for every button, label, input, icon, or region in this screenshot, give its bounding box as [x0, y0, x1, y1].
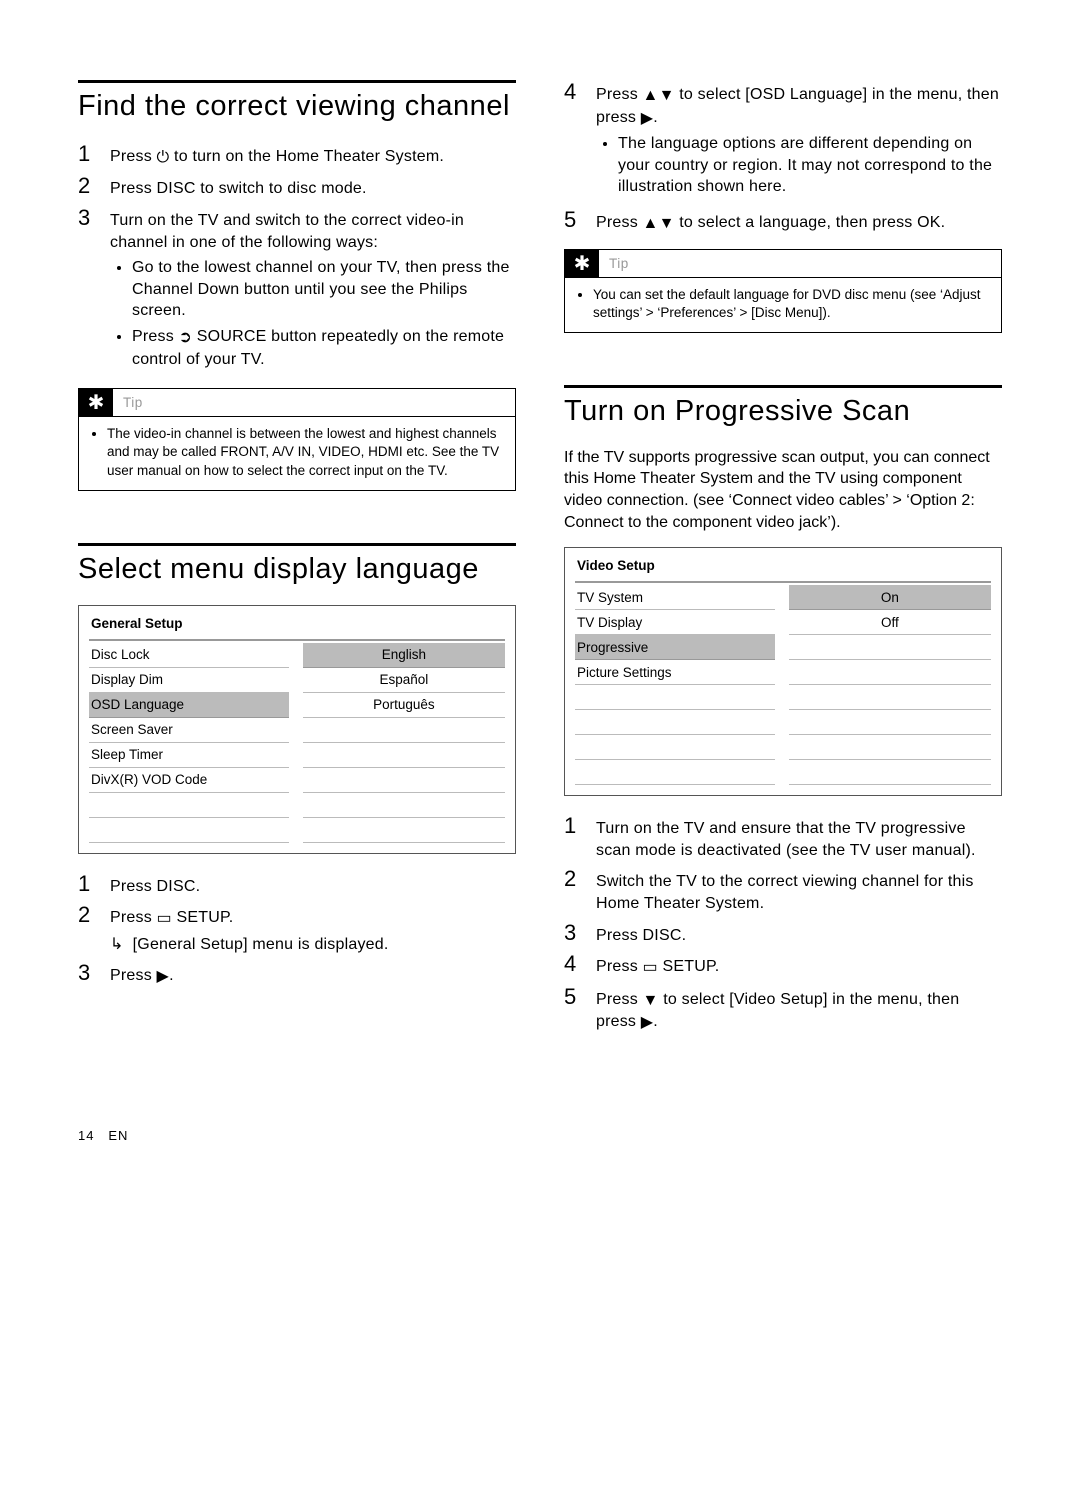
- step-body: Turn on the TV and ensure that the TV pr…: [596, 814, 1002, 861]
- menu-item: Sleep Timer: [89, 743, 289, 768]
- step-number: 2: [564, 867, 582, 914]
- step-body: Press DISC.: [596, 921, 1002, 947]
- menu-item-empty: [789, 635, 991, 660]
- menu-item: Progressive: [575, 635, 775, 660]
- source-icon: ➲: [179, 327, 193, 349]
- tip-text: The video-in channel is between the lowe…: [107, 425, 505, 480]
- menu-item: Picture Settings: [575, 660, 775, 685]
- step-body: Press ▼ to select [Video Setup] in the m…: [596, 985, 1002, 1034]
- section2-steps-a: 1 Press DISC. 2 Press ▭ SETUP. ↳ [Genera…: [78, 872, 516, 988]
- step-number: 3: [78, 961, 96, 988]
- step-number: 4: [564, 80, 582, 202]
- step-number: 5: [564, 985, 582, 1034]
- menu-item: Display Dim: [89, 668, 289, 693]
- step-body: Press DISC to switch to disc mode.: [110, 174, 516, 200]
- video-setup-menu: Video Setup TV SystemTV DisplayProgressi…: [564, 547, 1002, 796]
- general-setup-menu: General Setup Disc LockDisplay DimOSD La…: [78, 605, 516, 854]
- step-body: Press ⏻ to turn on the Home Theater Syst…: [110, 142, 516, 169]
- step-body: Press ▲▼ to select [OSD Language] in the…: [596, 80, 1002, 202]
- step-number: 2: [78, 903, 96, 955]
- tip-box: ✱ Tip The video-in channel is between th…: [78, 388, 516, 491]
- step-body: Press ▭ SETUP. ↳ [General Setup] menu is…: [110, 903, 516, 955]
- section2-steps-b: 4 Press ▲▼ to select [OSD Language] in t…: [564, 80, 1002, 235]
- tip-label: Tip: [113, 389, 153, 416]
- arrow-up-down-icon: ▲▼: [643, 213, 675, 235]
- menu-item: Screen Saver: [89, 718, 289, 743]
- menu-item: OSD Language: [89, 693, 289, 718]
- section3-title: Turn on Progressive Scan: [564, 394, 1002, 429]
- menu-item-empty: [789, 710, 991, 735]
- menu-item-empty: [303, 768, 505, 793]
- menu-item-empty: [303, 793, 505, 818]
- menu-item: On: [789, 585, 991, 610]
- menu-item-empty: [303, 718, 505, 743]
- section1-steps: 1 Press ⏻ to turn on the Home Theater Sy…: [78, 142, 516, 374]
- step-number: 4: [564, 952, 582, 979]
- bullet-item: Go to the lowest channel on your TV, the…: [132, 257, 516, 322]
- step-number: 1: [78, 142, 96, 169]
- arrow-right-icon: ▶: [157, 966, 170, 988]
- step-number: 1: [78, 872, 96, 898]
- menu-item: TV System: [575, 585, 775, 610]
- menu-item-empty: [789, 760, 991, 785]
- section3-steps: 1 Turn on the TV and ensure that the TV …: [564, 814, 1002, 1034]
- step-body: Press ▭ SETUP.: [596, 952, 1002, 979]
- menu-title: Video Setup: [577, 558, 989, 573]
- menu-item-empty: [575, 685, 775, 710]
- step-number: 3: [564, 921, 582, 947]
- arrow-right-icon: ▶: [641, 108, 654, 130]
- step-number: 3: [78, 206, 96, 374]
- menu-item-empty: [575, 710, 775, 735]
- tip-label: Tip: [599, 250, 639, 277]
- setup-icon: ▭: [157, 908, 172, 930]
- step-body: Press DISC.: [110, 872, 516, 898]
- page-footer: 14 EN: [78, 1128, 516, 1143]
- step-body: Press ▶.: [110, 961, 516, 988]
- menu-item: Disc Lock: [89, 643, 289, 668]
- step-number: 1: [564, 814, 582, 861]
- step-body: Press ▲▼ to select a language, then pres…: [596, 208, 1002, 235]
- result-icon: ↳: [110, 934, 128, 956]
- menu-item: Off: [789, 610, 991, 635]
- result-text: [General Setup] menu is displayed.: [133, 936, 389, 953]
- menu-item-empty: [89, 818, 289, 843]
- menu-title: General Setup: [91, 616, 503, 631]
- step-body: Turn on the TV and switch to the correct…: [110, 206, 516, 374]
- power-icon: ⏻: [157, 147, 170, 169]
- tip-star-icon: ✱: [79, 389, 113, 416]
- setup-icon: ▭: [643, 957, 658, 979]
- menu-item: DivX(R) VOD Code: [89, 768, 289, 793]
- tip-text: You can set the default language for DVD…: [593, 286, 991, 322]
- menu-item-empty: [789, 735, 991, 760]
- tip-star-icon: ✱: [565, 250, 599, 277]
- menu-item: TV Display: [575, 610, 775, 635]
- section2-title: Select menu display language: [78, 552, 516, 587]
- menu-item: English: [303, 643, 505, 668]
- menu-item-empty: [575, 760, 775, 785]
- arrow-up-down-icon: ▲▼: [643, 85, 675, 107]
- menu-item: Português: [303, 693, 505, 718]
- bullet-item: The language options are different depen…: [618, 133, 1002, 198]
- menu-item-empty: [789, 660, 991, 685]
- bullet-item: Press ➲ SOURCE button repeatedly on the …: [132, 326, 516, 370]
- menu-item-empty: [789, 685, 991, 710]
- tip-box: ✱ Tip You can set the default language f…: [564, 249, 1002, 333]
- menu-item-empty: [575, 735, 775, 760]
- step-number: 5: [564, 208, 582, 235]
- section1-title: Find the correct viewing channel: [78, 89, 516, 124]
- menu-item-empty: [89, 793, 289, 818]
- arrow-right-icon: ▶: [641, 1012, 654, 1034]
- menu-item: Español: [303, 668, 505, 693]
- section3-intro: If the TV supports progressive scan outp…: [564, 447, 1002, 533]
- arrow-down-icon: ▼: [643, 990, 659, 1012]
- menu-item-empty: [303, 743, 505, 768]
- step-number: 2: [78, 174, 96, 200]
- step-body: Switch the TV to the correct viewing cha…: [596, 867, 1002, 914]
- menu-item-empty: [303, 818, 505, 843]
